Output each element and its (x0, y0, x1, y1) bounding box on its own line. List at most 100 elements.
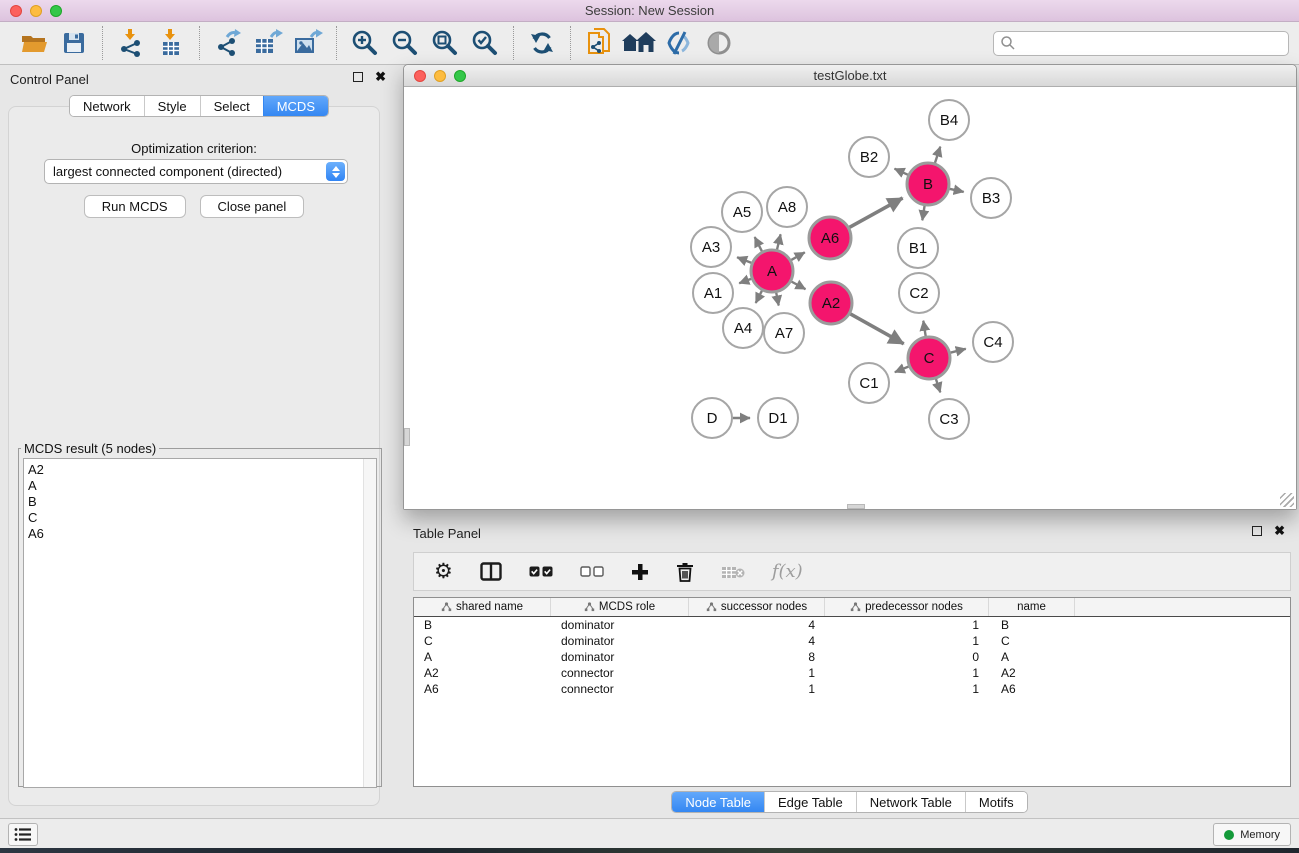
zoom-view-button[interactable] (454, 70, 466, 82)
column-header-name[interactable]: name (989, 598, 1075, 616)
zoom-selected-icon[interactable] (468, 26, 502, 60)
mcds-result-list[interactable]: A2 A B C A6 (23, 458, 377, 788)
network-canvas[interactable]: AA1A2A3A4A5A6A7A8BB1B2B3B4CC1C2C3C4DD1 (404, 87, 1296, 509)
status-bar: Memory (0, 818, 1299, 848)
close-panel-icon[interactable]: ✖ (375, 72, 386, 82)
list-item[interactable]: A6 (28, 526, 376, 542)
zoom-in-icon[interactable] (348, 26, 382, 60)
table-row[interactable]: A6connector11A6 (414, 681, 1290, 697)
resize-grip[interactable] (1280, 493, 1294, 507)
edge-C-C2[interactable] (923, 321, 925, 337)
search-input[interactable] (1016, 36, 1282, 50)
edge-A2-C[interactable] (850, 314, 904, 344)
window-edge-handle[interactable] (404, 428, 410, 446)
function-builder-icon: f(x) (772, 561, 803, 582)
list-item[interactable]: A (28, 478, 376, 494)
tab-mcds[interactable]: MCDS (263, 96, 328, 116)
window-edge-handle[interactable] (847, 504, 865, 509)
float-panel-icon[interactable] (353, 72, 363, 82)
tab-network-table[interactable]: Network Table (856, 792, 965, 812)
export-network-icon[interactable] (211, 26, 245, 60)
zoom-window-button[interactable] (50, 5, 62, 17)
main-toolbar (0, 22, 1299, 65)
select-all-icon[interactable] (529, 566, 553, 577)
list-item[interactable]: C (28, 510, 376, 526)
tab-motifs[interactable]: Motifs (965, 792, 1027, 812)
add-column-icon[interactable] (631, 563, 649, 581)
table-row[interactable]: Cdominator41C (414, 633, 1290, 649)
import-network-icon[interactable] (114, 26, 148, 60)
float-panel-icon[interactable] (1252, 526, 1262, 536)
edge-C-C1[interactable] (895, 367, 909, 373)
window-controls[interactable] (10, 5, 62, 17)
tab-network[interactable]: Network (70, 96, 144, 116)
list-item[interactable]: B (28, 494, 376, 510)
minimize-window-button[interactable] (30, 5, 42, 17)
tab-node-table[interactable]: Node Table (672, 792, 764, 812)
delete-columns-icon[interactable] (676, 562, 694, 582)
zoom-fit-icon[interactable] (428, 26, 462, 60)
edge-B-B4[interactable] (935, 147, 940, 164)
node-label-D1: D1 (768, 410, 787, 427)
table-toolbar: ⚙ f(x) (413, 552, 1291, 591)
zoom-out-icon[interactable] (388, 26, 422, 60)
run-mcds-button[interactable]: Run MCDS (84, 195, 186, 218)
tab-edge-table[interactable]: Edge Table (764, 792, 856, 812)
node-label-A: A (767, 263, 777, 280)
edge-A-A7[interactable] (776, 293, 779, 306)
node-label-B3: B3 (982, 190, 1000, 207)
birdseye-view-icon[interactable] (702, 26, 736, 60)
table-row[interactable]: Adominator80A (414, 649, 1290, 665)
edge-A-A6[interactable] (791, 252, 805, 260)
deselect-all-icon[interactable] (580, 566, 604, 577)
show-hide-graphics-details-icon[interactable] (662, 26, 696, 60)
mcds-panel: Optimization criterion: largest connecte… (8, 106, 380, 806)
network-window-titlebar[interactable]: testGlobe.txt (404, 65, 1296, 87)
edge-A6-B[interactable] (849, 198, 902, 227)
export-image-icon[interactable] (291, 26, 325, 60)
edge-A-A2[interactable] (791, 282, 805, 290)
import-table-icon[interactable] (154, 26, 188, 60)
edge-B-B1[interactable] (922, 206, 924, 221)
edge-A-A3[interactable] (737, 257, 751, 263)
table-row[interactable]: A2connector11A2 (414, 665, 1290, 681)
node-label-B1: B1 (909, 240, 927, 257)
refresh-view-icon[interactable] (525, 26, 559, 60)
edge-A-A1[interactable] (739, 279, 751, 284)
edge-B-B3[interactable] (950, 189, 964, 192)
column-header-successor-nodes[interactable]: successor nodes (689, 598, 825, 616)
list-item[interactable]: A2 (28, 462, 376, 478)
close-view-button[interactable] (414, 70, 426, 82)
network-view-window: testGlobe.txt AA1A2A3A4A5A6A7A8BB1B2B3B4… (403, 64, 1297, 510)
column-header-shared-name[interactable]: shared name (414, 598, 551, 616)
open-session-icon[interactable] (17, 26, 51, 60)
memory-button[interactable]: Memory (1213, 823, 1291, 846)
tab-select[interactable]: Select (200, 96, 263, 116)
search-box[interactable] (993, 31, 1289, 56)
task-history-button[interactable] (8, 823, 38, 846)
split-panel-icon[interactable] (480, 562, 502, 581)
edge-C-C4[interactable] (950, 349, 966, 353)
table-row[interactable]: Bdominator41B (414, 617, 1290, 633)
close-window-button[interactable] (10, 5, 22, 17)
save-session-icon[interactable] (57, 26, 91, 60)
scrollbar-track[interactable] (363, 459, 376, 787)
home-icon[interactable] (622, 26, 656, 60)
edge-A-A4[interactable] (756, 291, 762, 303)
network-from-file-icon[interactable] (582, 26, 616, 60)
column-header-mcds-role[interactable]: MCDS role (551, 598, 689, 616)
minimize-view-button[interactable] (434, 70, 446, 82)
edge-A-A8[interactable] (777, 234, 781, 249)
criterion-select[interactable]: largest connected component (directed) (44, 159, 348, 184)
edge-A-A5[interactable] (755, 237, 762, 251)
edge-B-B2[interactable] (895, 169, 909, 175)
column-header-predecessor-nodes[interactable]: predecessor nodes (825, 598, 989, 616)
toolbar-separator (570, 26, 571, 60)
close-panel-icon[interactable]: ✖ (1274, 526, 1285, 536)
close-panel-button[interactable]: Close panel (200, 195, 305, 218)
settings-gear-icon[interactable]: ⚙ (434, 559, 453, 584)
shared-column-icon (441, 602, 452, 612)
export-table-icon[interactable] (251, 26, 285, 60)
tab-style[interactable]: Style (144, 96, 200, 116)
edge-C-C3[interactable] (936, 379, 940, 393)
